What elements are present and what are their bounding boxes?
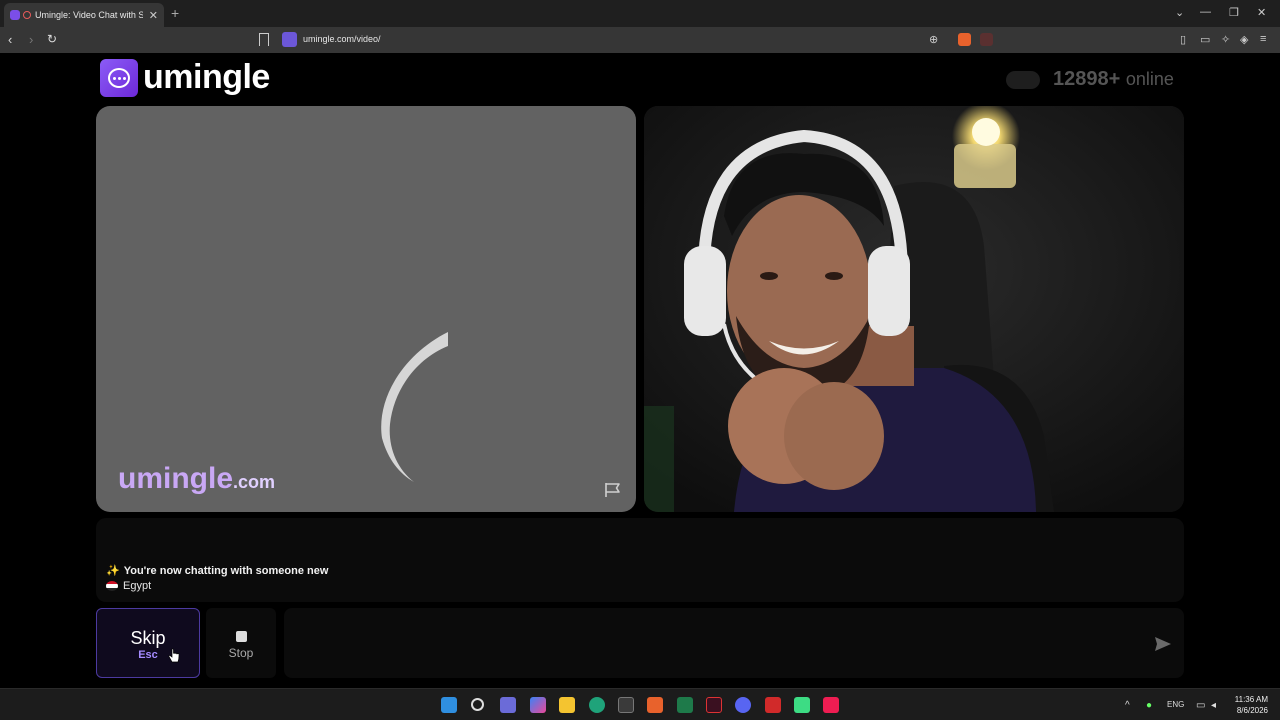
tab-list-icon[interactable]: ⌄ [1175, 6, 1184, 19]
search-icon[interactable] [471, 698, 484, 711]
report-flag-icon[interactable] [604, 482, 622, 498]
video-editor-icon[interactable] [706, 697, 722, 713]
edge-icon[interactable] [589, 697, 605, 713]
skip-label: Skip [130, 628, 166, 648]
volume-icon[interactable]: ◂ [1211, 700, 1216, 711]
online-count: 12898+ online [1053, 68, 1174, 91]
network-icon[interactable]: ▭ [1196, 700, 1205, 711]
stranger-country: Egypt [106, 580, 151, 592]
stop-icon [235, 631, 247, 642]
browser-toolbar: ‹ › ↻ umingle.com/video/ ⊕ ▯ ▭ ✧ ◈ ≡ [0, 27, 1280, 53]
tiktok-icon[interactable] [823, 697, 839, 713]
microphone-icon[interactable]: ● [1146, 700, 1152, 711]
language-indicator[interactable]: ENG [1167, 700, 1184, 709]
brave-shields-icon[interactable] [958, 33, 971, 46]
brave-rewards-icon[interactable] [980, 33, 993, 46]
umingle-logo-icon[interactable] [100, 59, 138, 97]
back-icon[interactable]: ‹ [8, 32, 12, 47]
message-input[interactable] [284, 608, 1184, 678]
site-camera-icon [282, 32, 297, 47]
browser-tab[interactable]: Umingle: Video Chat with Str ✕ [4, 3, 164, 27]
umingle-favicon-icon [10, 10, 20, 20]
zoom-icon[interactable]: ⊕ [929, 33, 938, 46]
excel-icon[interactable] [677, 697, 693, 713]
system-message: ✨ You're now chatting with someone new [106, 564, 328, 577]
online-number: 12898+ [1053, 68, 1121, 90]
watermark-main: umingle [118, 462, 234, 495]
reload-icon[interactable]: ↻ [47, 32, 57, 46]
windows-start-icon[interactable] [441, 697, 457, 713]
status-message-text: You're now chatting with someone new [123, 565, 329, 577]
discord-icon[interactable] [735, 697, 751, 713]
tab-title: Umingle: Video Chat with Str [35, 10, 143, 20]
stop-label: Stop [228, 646, 254, 660]
address-bar[interactable]: umingle.com/video/ [303, 34, 381, 44]
send-icon[interactable] [1154, 636, 1172, 652]
loading-spinner-icon [381, 332, 448, 482]
clock-date: 8/6/2026 [1236, 706, 1268, 715]
copilot-icon[interactable] [530, 697, 546, 713]
taskbar: ^ ● ENG ▭ ◂ 11:36 AM 8/6/2026 [0, 688, 1280, 720]
tray-overflow-icon[interactable]: ^ [1125, 700, 1130, 711]
skip-shortcut: Esc [138, 649, 158, 661]
menu-icon[interactable]: ≡ [1260, 33, 1266, 45]
umingle-watermark: umingle.com [118, 462, 275, 496]
stranger-video: umingle.com [96, 106, 636, 512]
self-camera-video [644, 106, 1184, 512]
forward-icon[interactable]: › [29, 32, 33, 47]
store-icon[interactable] [618, 697, 634, 713]
egypt-flag-icon [106, 581, 118, 591]
bookmark-icon[interactable] [259, 33, 269, 46]
sidebar-icon[interactable]: ▯ [1180, 33, 1186, 46]
leo-ai-icon[interactable]: ✧ [1221, 33, 1230, 46]
camera-feed-image [644, 106, 1184, 512]
maximize-button[interactable]: ❐ [1229, 6, 1239, 19]
app-red-icon[interactable] [765, 697, 781, 713]
clock-time: 11:36 AM [1234, 695, 1268, 704]
clock[interactable]: 11:36 AM 8/6/2026 [1226, 694, 1268, 716]
brave-icon[interactable] [647, 697, 663, 713]
country-name: Egypt [123, 580, 152, 592]
browser-tab-bar: Umingle: Video Chat with Str ✕ + ⌄ — ❐ ✕ [0, 0, 1280, 27]
online-label: online [1125, 69, 1174, 89]
minimize-button[interactable]: — [1200, 6, 1211, 18]
skip-button[interactable]: Skip Esc [96, 608, 200, 678]
stop-button[interactable]: Stop [206, 608, 276, 678]
teams-icon[interactable] [500, 697, 516, 713]
logo-text[interactable]: umingle [143, 58, 270, 97]
theme-toggle[interactable] [1006, 71, 1040, 89]
close-window-button[interactable]: ✕ [1257, 6, 1266, 19]
mouse-cursor-icon [168, 648, 180, 663]
recording-indicator-icon [23, 11, 31, 19]
tab-close-icon[interactable]: ✕ [149, 9, 158, 22]
vpn-shield-icon[interactable]: ◈ [1240, 33, 1248, 46]
file-explorer-icon[interactable] [559, 697, 575, 713]
android-icon[interactable] [794, 697, 810, 713]
wallet-icon[interactable]: ▭ [1200, 33, 1210, 46]
new-tab-button[interactable]: + [171, 5, 179, 21]
watermark-suffix: .com [233, 472, 276, 492]
sparkles-icon: ✨ [106, 565, 120, 577]
chat-log: ✨ You're now chatting with someone new Eg… [96, 518, 1184, 602]
